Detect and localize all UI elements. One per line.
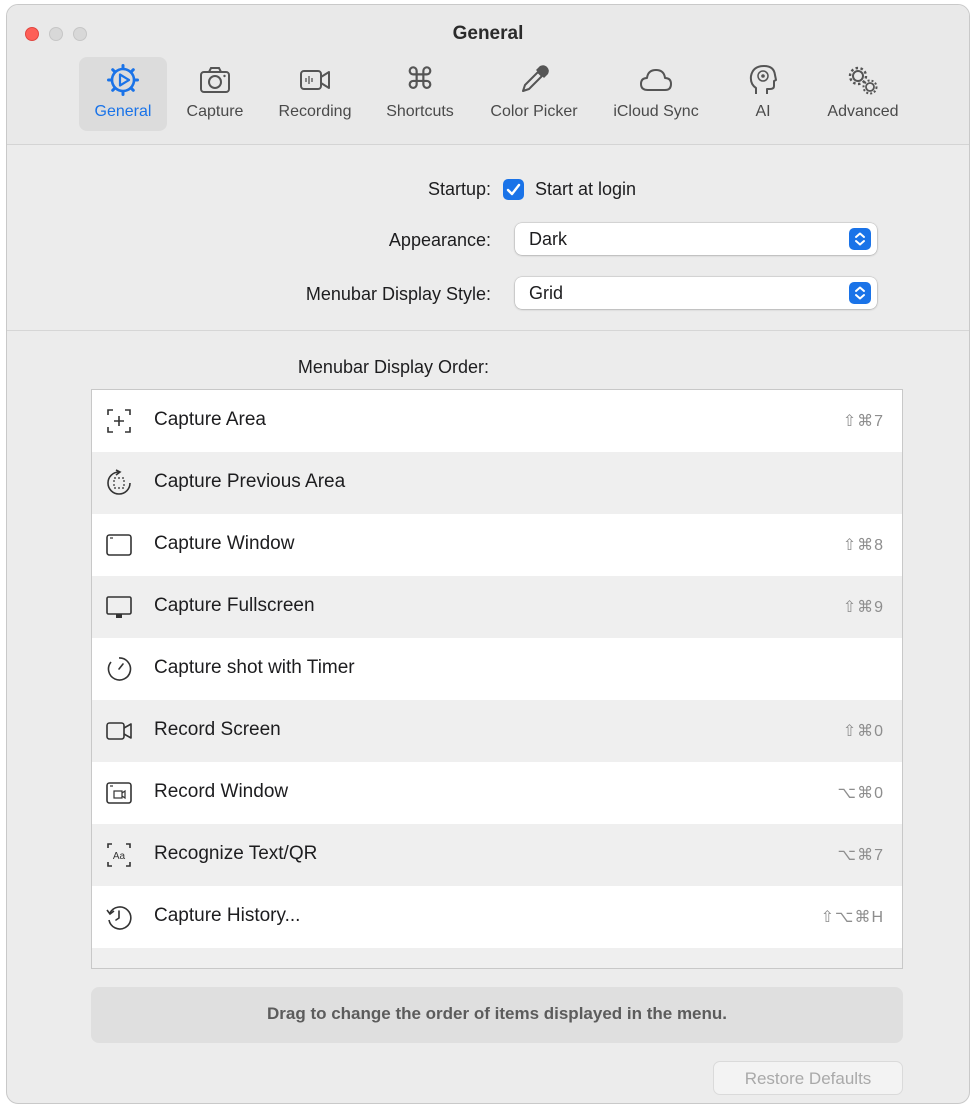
- tab-label: AI: [755, 103, 771, 120]
- checkmark-icon: [506, 183, 521, 196]
- menubar-order-label: Menubar Display Order:: [297, 357, 489, 377]
- svg-text:Aa: Aa: [113, 851, 126, 862]
- item-label: Capture shot with Timer: [154, 657, 355, 678]
- general-settings: Startup: Start at login Appearance: Dark…: [7, 145, 969, 331]
- window-title: General: [452, 23, 524, 44]
- item-shortcut: ⇧⌘9: [842, 599, 884, 616]
- list-item[interactable]: Record Window ⌥⌘0: [92, 762, 902, 824]
- capture-previous-area-icon: [107, 469, 131, 495]
- start-at-login-label[interactable]: Start at login: [535, 179, 636, 200]
- tab-color-picker[interactable]: Color Picker: [479, 57, 589, 131]
- menubar-style-select[interactable]: Grid: [515, 277, 877, 309]
- tab-label: Advanced: [827, 103, 899, 120]
- restore-defaults-label: Restore Defaults: [744, 1069, 872, 1088]
- item-label: Record Window: [154, 781, 289, 802]
- item-label: Capture Area: [154, 409, 266, 430]
- list-item[interactable]: Capture History... ⇧⌥⌘H: [92, 886, 902, 948]
- record-window-icon: [106, 782, 132, 804]
- list-item-partial[interactable]: [92, 948, 902, 969]
- appearance-select[interactable]: Dark: [515, 223, 877, 255]
- item-shortcut: ⇧⌥⌘H: [820, 909, 884, 926]
- list-item[interactable]: Record Screen ⇧⌘0: [92, 700, 902, 762]
- display-icon: [106, 596, 132, 618]
- menubar-style-value: Grid: [529, 283, 564, 303]
- video-camera-icon: [300, 70, 330, 90]
- tab-label: Recording: [278, 103, 352, 120]
- list-item[interactable]: Aa Recognize Text/QR ⌥⌘7: [92, 824, 902, 886]
- tab-label: Shortcuts: [386, 103, 454, 120]
- updown-chevron-icon: [849, 228, 871, 250]
- item-label: Capture History...: [154, 905, 301, 926]
- camera-icon: [200, 67, 230, 93]
- brain-icon: [749, 65, 777, 94]
- video-icon: [106, 722, 132, 740]
- tab-ai[interactable]: AI: [733, 57, 793, 131]
- window-icon: [106, 534, 132, 556]
- list-item[interactable]: Capture Fullscreen ⇧⌘9: [92, 576, 902, 638]
- list-item[interactable]: Capture shot with Timer: [92, 638, 902, 700]
- text-recognition-icon: Aa: [107, 843, 131, 867]
- appearance-value: Dark: [529, 229, 568, 249]
- list-item[interactable]: Capture Window ⇧⌘8: [92, 514, 902, 576]
- item-label: Recognize Text/QR: [154, 843, 318, 864]
- item-shortcut: ⇧⌘0: [842, 723, 884, 740]
- item-shortcut: ⇧⌘8: [842, 537, 884, 554]
- eyedropper-icon: [522, 65, 549, 92]
- startup-label: Startup:: [427, 179, 491, 199]
- item-label: Capture Previous Area: [154, 471, 346, 492]
- start-at-login-checkbox[interactable]: [503, 179, 524, 200]
- item-shortcut: ⌥⌘7: [837, 847, 884, 864]
- list-scrollbar[interactable]: [894, 390, 902, 968]
- drag-hint-text: Drag to change the order of items displa…: [266, 1004, 728, 1023]
- tab-label: General: [94, 103, 152, 120]
- tab-shortcuts[interactable]: ⌘ Shortcuts: [375, 57, 465, 131]
- tab-recording[interactable]: Recording: [265, 57, 365, 131]
- item-shortcut: ⌥⌘0: [837, 785, 884, 802]
- restore-defaults-button[interactable]: Restore Defaults: [713, 1061, 903, 1095]
- drag-hint: Drag to change the order of items displa…: [91, 987, 903, 1043]
- titlebar: General General Capture Recording ⌘ Shor…: [7, 5, 969, 145]
- tab-label: iCloud Sync: [613, 103, 699, 120]
- list-item[interactable]: Capture Area ⇧⌘7: [92, 390, 902, 452]
- history-icon: [106, 906, 132, 930]
- menubar-style-label: Menubar Display Style:: [305, 284, 491, 304]
- item-label: Record Screen: [154, 719, 281, 740]
- tab-label: Color Picker: [490, 103, 578, 120]
- tab-capture[interactable]: Capture: [175, 57, 255, 131]
- preferences-window: General General Capture Recording ⌘ Shor…: [6, 4, 970, 1104]
- gears-icon: [848, 66, 878, 95]
- command-icon: ⌘: [405, 63, 435, 96]
- cloud-icon: [640, 69, 672, 91]
- item-label: Capture Fullscreen: [154, 595, 315, 616]
- item-shortcut: ⇧⌘7: [842, 413, 884, 430]
- item-label: Capture Window: [154, 533, 295, 554]
- gear-play-icon: [107, 64, 139, 96]
- preferences-toolbar: General Capture Recording ⌘ Shortcuts Co…: [7, 57, 969, 137]
- list-item[interactable]: Capture Previous Area: [92, 452, 902, 514]
- appearance-label: Appearance:: [388, 230, 491, 250]
- tab-general[interactable]: General: [79, 57, 167, 131]
- capture-area-icon: [107, 409, 131, 433]
- window-icon: [104, 964, 134, 969]
- menubar-order-list[interactable]: Capture Area ⇧⌘7 Capture Previous Area C…: [91, 389, 903, 969]
- tab-label: Capture: [186, 103, 244, 120]
- tab-advanced[interactable]: Advanced: [815, 57, 911, 131]
- timer-icon: [107, 657, 132, 681]
- tab-icloud-sync[interactable]: iCloud Sync: [601, 57, 711, 131]
- updown-chevron-icon: [849, 282, 871, 304]
